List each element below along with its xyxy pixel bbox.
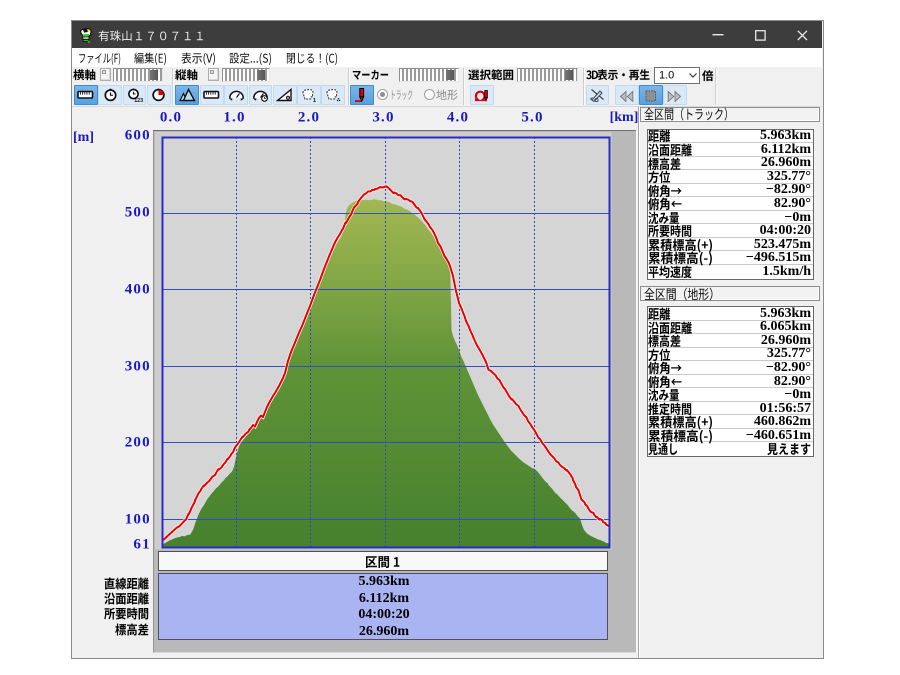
svg-text:123: 123 <box>134 98 143 102</box>
svg-text:1: 1 <box>313 98 316 102</box>
